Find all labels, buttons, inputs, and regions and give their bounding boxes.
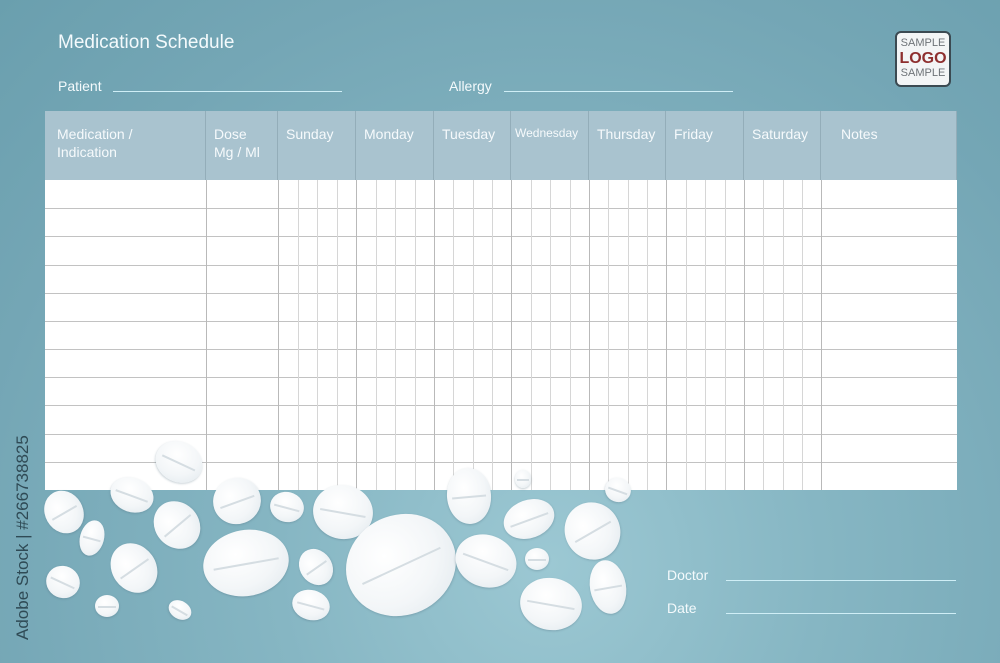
pill-icon xyxy=(197,523,295,603)
sample-logo: SAMPLE LOGO SAMPLE xyxy=(895,31,951,87)
logo-text-main: LOGO xyxy=(899,50,947,67)
pill-icon xyxy=(585,557,631,617)
column-header: Dose Mg / Ml xyxy=(206,111,278,180)
column-header: Sunday xyxy=(278,111,356,180)
column-header-sublabel: Indication xyxy=(57,144,117,160)
column-header-label: Friday xyxy=(674,126,713,142)
column-divider xyxy=(589,180,590,490)
doctor-field[interactable] xyxy=(726,580,956,581)
date-field[interactable] xyxy=(726,613,956,614)
column-header-label: Medication / xyxy=(57,126,133,142)
column-header: Notes xyxy=(821,111,957,180)
column-divider xyxy=(434,180,435,490)
column-header: Friday xyxy=(666,111,744,180)
pill-icon xyxy=(291,542,341,592)
column-header-label: Sunday xyxy=(286,126,334,142)
column-header-label: Dose xyxy=(214,126,247,142)
subcolumn-divider xyxy=(801,180,803,490)
medication-table: Medication / Indication Dose Mg / Ml Sunday M… xyxy=(45,111,957,490)
column-divider xyxy=(821,180,822,490)
subcolumn-divider xyxy=(453,180,455,490)
pill-icon xyxy=(554,492,631,570)
column-header: Medication / Indication xyxy=(45,111,206,180)
pill-icon xyxy=(515,573,587,635)
pill-icon xyxy=(266,488,308,526)
subcolumn-divider xyxy=(782,180,784,490)
subcolumn-divider xyxy=(414,180,416,490)
column-header-label: Notes xyxy=(841,126,878,142)
subcolumn-divider xyxy=(472,180,474,490)
column-divider xyxy=(356,180,357,490)
column-header-label: Tuesday xyxy=(442,126,496,142)
subcolumn-divider xyxy=(550,180,551,490)
pill-icon xyxy=(498,492,560,546)
column-divider xyxy=(666,180,667,490)
column-divider xyxy=(511,180,512,490)
subcolumn-divider xyxy=(569,180,571,490)
subcolumn-divider xyxy=(705,180,706,490)
subcolumn-divider xyxy=(317,180,318,490)
logo-text-bottom: SAMPLE xyxy=(900,67,946,79)
pill-icon xyxy=(165,596,195,624)
patient-field[interactable] xyxy=(113,91,342,92)
pill-icon xyxy=(288,585,334,625)
stock-watermark: Adobe Stock | #266738825 xyxy=(13,435,32,640)
logo-text-top: SAMPLE xyxy=(900,37,946,49)
column-header-label: Wednesday xyxy=(515,126,579,140)
column-header: Wednesday xyxy=(511,111,589,180)
column-divider xyxy=(206,180,207,490)
subcolumn-divider xyxy=(297,180,299,490)
doctor-label: Doctor xyxy=(667,567,709,583)
pill-icon xyxy=(101,534,167,602)
subcolumn-divider xyxy=(608,180,610,490)
subcolumn-divider xyxy=(763,180,765,490)
column-header: Thursday xyxy=(589,111,666,180)
pill-icon xyxy=(515,470,531,488)
column-header-label: Saturday xyxy=(752,126,809,142)
subcolumn-divider xyxy=(336,180,338,490)
subcolumn-divider xyxy=(375,180,377,490)
subcolumn-divider xyxy=(627,180,629,490)
column-header-sublabel: Mg / Ml xyxy=(214,144,260,160)
subcolumn-divider xyxy=(685,180,687,490)
subcolumn-divider xyxy=(646,180,648,490)
column-header-label: Thursday xyxy=(597,126,656,142)
patient-label: Patient xyxy=(58,78,102,94)
column-header-label: Monday xyxy=(364,126,414,142)
date-label: Date xyxy=(667,600,697,616)
table-header: Medication / Indication Dose Mg / Ml Sunday M… xyxy=(45,111,957,180)
pill-icon xyxy=(144,491,210,559)
pill-icon xyxy=(95,595,119,617)
pill-icon xyxy=(40,560,86,604)
allergy-field[interactable] xyxy=(504,91,733,92)
page-title: Medication Schedule xyxy=(58,32,235,53)
column-divider xyxy=(744,180,745,490)
subcolumn-divider xyxy=(530,180,532,490)
subcolumn-divider xyxy=(491,180,493,490)
column-header: Tuesday xyxy=(434,111,511,180)
subcolumn-divider xyxy=(724,180,726,490)
column-header: Saturday xyxy=(744,111,821,180)
pill-icon xyxy=(525,548,549,570)
allergy-label: Allergy xyxy=(449,78,492,94)
subcolumn-divider xyxy=(395,180,396,490)
column-header: Monday xyxy=(356,111,434,180)
column-divider xyxy=(278,180,279,490)
